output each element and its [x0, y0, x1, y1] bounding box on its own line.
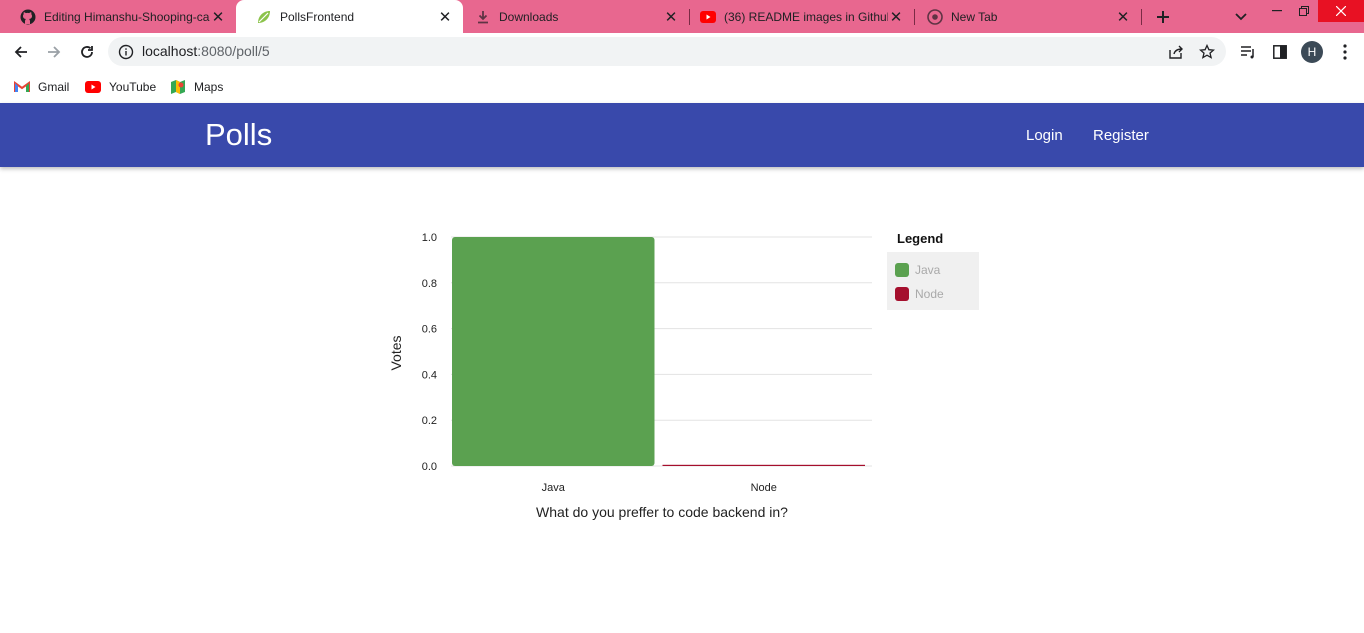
gmail-icon: [14, 79, 30, 95]
tab-new-tab[interactable]: New Tab ✕: [915, 0, 1141, 33]
legend-label: Node: [915, 287, 944, 301]
share-icon[interactable]: [1167, 43, 1185, 61]
close-icon[interactable]: ✕: [210, 9, 226, 26]
close-icon: [1336, 6, 1346, 16]
tab-polls-frontend[interactable]: PollsFrontend ✕: [236, 0, 463, 33]
close-icon[interactable]: ✕: [437, 9, 453, 26]
y-tick-label: 0.2: [422, 415, 437, 427]
x-tick-label: Java: [542, 482, 566, 494]
close-icon[interactable]: ✕: [663, 9, 679, 26]
chrome-icon: [927, 8, 943, 25]
legend-title: Legend: [897, 231, 944, 246]
maps-icon: [170, 79, 186, 95]
url-path: :8080/poll/5: [197, 43, 270, 59]
legend-label: Java: [915, 263, 941, 277]
tab-title: New Tab: [951, 9, 998, 24]
y-axis-title: Votes: [388, 335, 404, 370]
tab-separator: [1141, 9, 1142, 25]
arrow-right-icon: [48, 46, 61, 58]
star-icon[interactable]: [1198, 43, 1216, 61]
tab-search-button[interactable]: [1232, 8, 1250, 26]
chevron-down-icon: [1235, 13, 1247, 21]
bars: [452, 237, 865, 466]
poll-chart: 0.0 0.2 0.4 0.6 0.8 1.0 Java Node Votes What d…: [380, 220, 1000, 530]
side-panel-icon[interactable]: [1270, 42, 1290, 62]
reading-list-icon[interactable]: [1238, 42, 1258, 62]
youtube-icon: [85, 79, 101, 95]
bookmark-maps[interactable]: Maps: [170, 77, 223, 97]
chart-legend: Legend Java Node: [887, 231, 983, 310]
x-tick-label: Node: [751, 482, 777, 494]
browser-toolbar: localhost:8080/poll/5 H: [0, 33, 1364, 71]
x-axis-title: What do you preffer to code backend in?: [536, 504, 788, 520]
bookmarks-bar: Gmail YouTube Maps: [0, 71, 1364, 103]
forward-button[interactable]: [42, 40, 66, 64]
bookmark-label: YouTube: [109, 80, 157, 94]
window-close-button[interactable]: [1318, 0, 1364, 22]
tab-title: Editing Himanshu-Shooping-cart: [44, 9, 210, 24]
bookmark-label: Gmail: [38, 80, 70, 94]
y-tick-label: 0.6: [422, 324, 437, 336]
bookmark-youtube[interactable]: YouTube: [85, 77, 156, 97]
info-icon[interactable]: [118, 44, 134, 60]
more-menu-icon[interactable]: [1335, 42, 1355, 62]
legend-box: Java Node: [887, 252, 979, 310]
arrow-left-icon: [14, 46, 27, 58]
register-link[interactable]: Register: [1093, 127, 1149, 144]
tab-title: Downloads: [499, 9, 559, 24]
y-tick-label: 0.0: [422, 461, 437, 473]
close-icon[interactable]: ✕: [1115, 9, 1131, 26]
github-icon: [20, 9, 36, 25]
bar-node: [662, 464, 865, 466]
y-tick-label: 0.8: [422, 278, 437, 290]
browser-tab-strip: Editing Himanshu-Shooping-cart ✕ PollsFr…: [0, 0, 1364, 33]
url-host: localhost: [142, 43, 198, 59]
bar-java: [452, 237, 655, 466]
y-tick-label: 0.4: [422, 369, 437, 381]
reload-icon: [81, 46, 93, 58]
app-brand[interactable]: Polls: [205, 117, 272, 153]
bookmark-gmail[interactable]: Gmail: [14, 77, 69, 97]
youtube-icon: [700, 9, 716, 25]
x-axis-ticks: Java Node: [542, 482, 777, 494]
tab-title: (36) README images in Github: [724, 9, 888, 24]
profile-avatar[interactable]: H: [1301, 41, 1323, 63]
back-button[interactable]: [9, 40, 33, 64]
app-header: Polls Login Register: [0, 103, 1364, 167]
legend-item-java[interactable]: Java: [895, 258, 971, 282]
reload-button[interactable]: [75, 40, 99, 64]
tab-downloads[interactable]: Downloads ✕: [463, 0, 689, 33]
legend-swatch: [895, 287, 909, 301]
tab-youtube-readme[interactable]: (36) README images in Github ✕: [690, 0, 914, 33]
download-icon: [475, 9, 491, 25]
address-bar[interactable]: localhost:8080/poll/5: [108, 37, 1226, 66]
close-icon[interactable]: ✕: [888, 9, 904, 26]
minimize-icon: [1272, 10, 1282, 12]
tab-editing-repo[interactable]: Editing Himanshu-Shooping-cart ✕: [0, 0, 236, 33]
y-axis-ticks: 0.0 0.2 0.4 0.6 0.8 1.0: [422, 232, 437, 473]
new-tab-button[interactable]: [1152, 6, 1174, 28]
leaf-icon: [256, 9, 272, 25]
tab-title: PollsFrontend: [280, 9, 355, 24]
bookmark-label: Maps: [194, 80, 224, 94]
y-tick-label: 1.0: [422, 232, 437, 244]
plus-icon: [1157, 11, 1169, 23]
url-text: localhost:8080/poll/5: [142, 43, 270, 59]
login-link[interactable]: Login: [1026, 127, 1063, 144]
legend-item-node[interactable]: Node: [895, 282, 971, 306]
bar-chart: 0.0 0.2 0.4 0.6 0.8 1.0 Java Node Votes What d…: [388, 232, 872, 520]
restore-icon: [1299, 6, 1309, 16]
legend-swatch: [895, 263, 909, 277]
